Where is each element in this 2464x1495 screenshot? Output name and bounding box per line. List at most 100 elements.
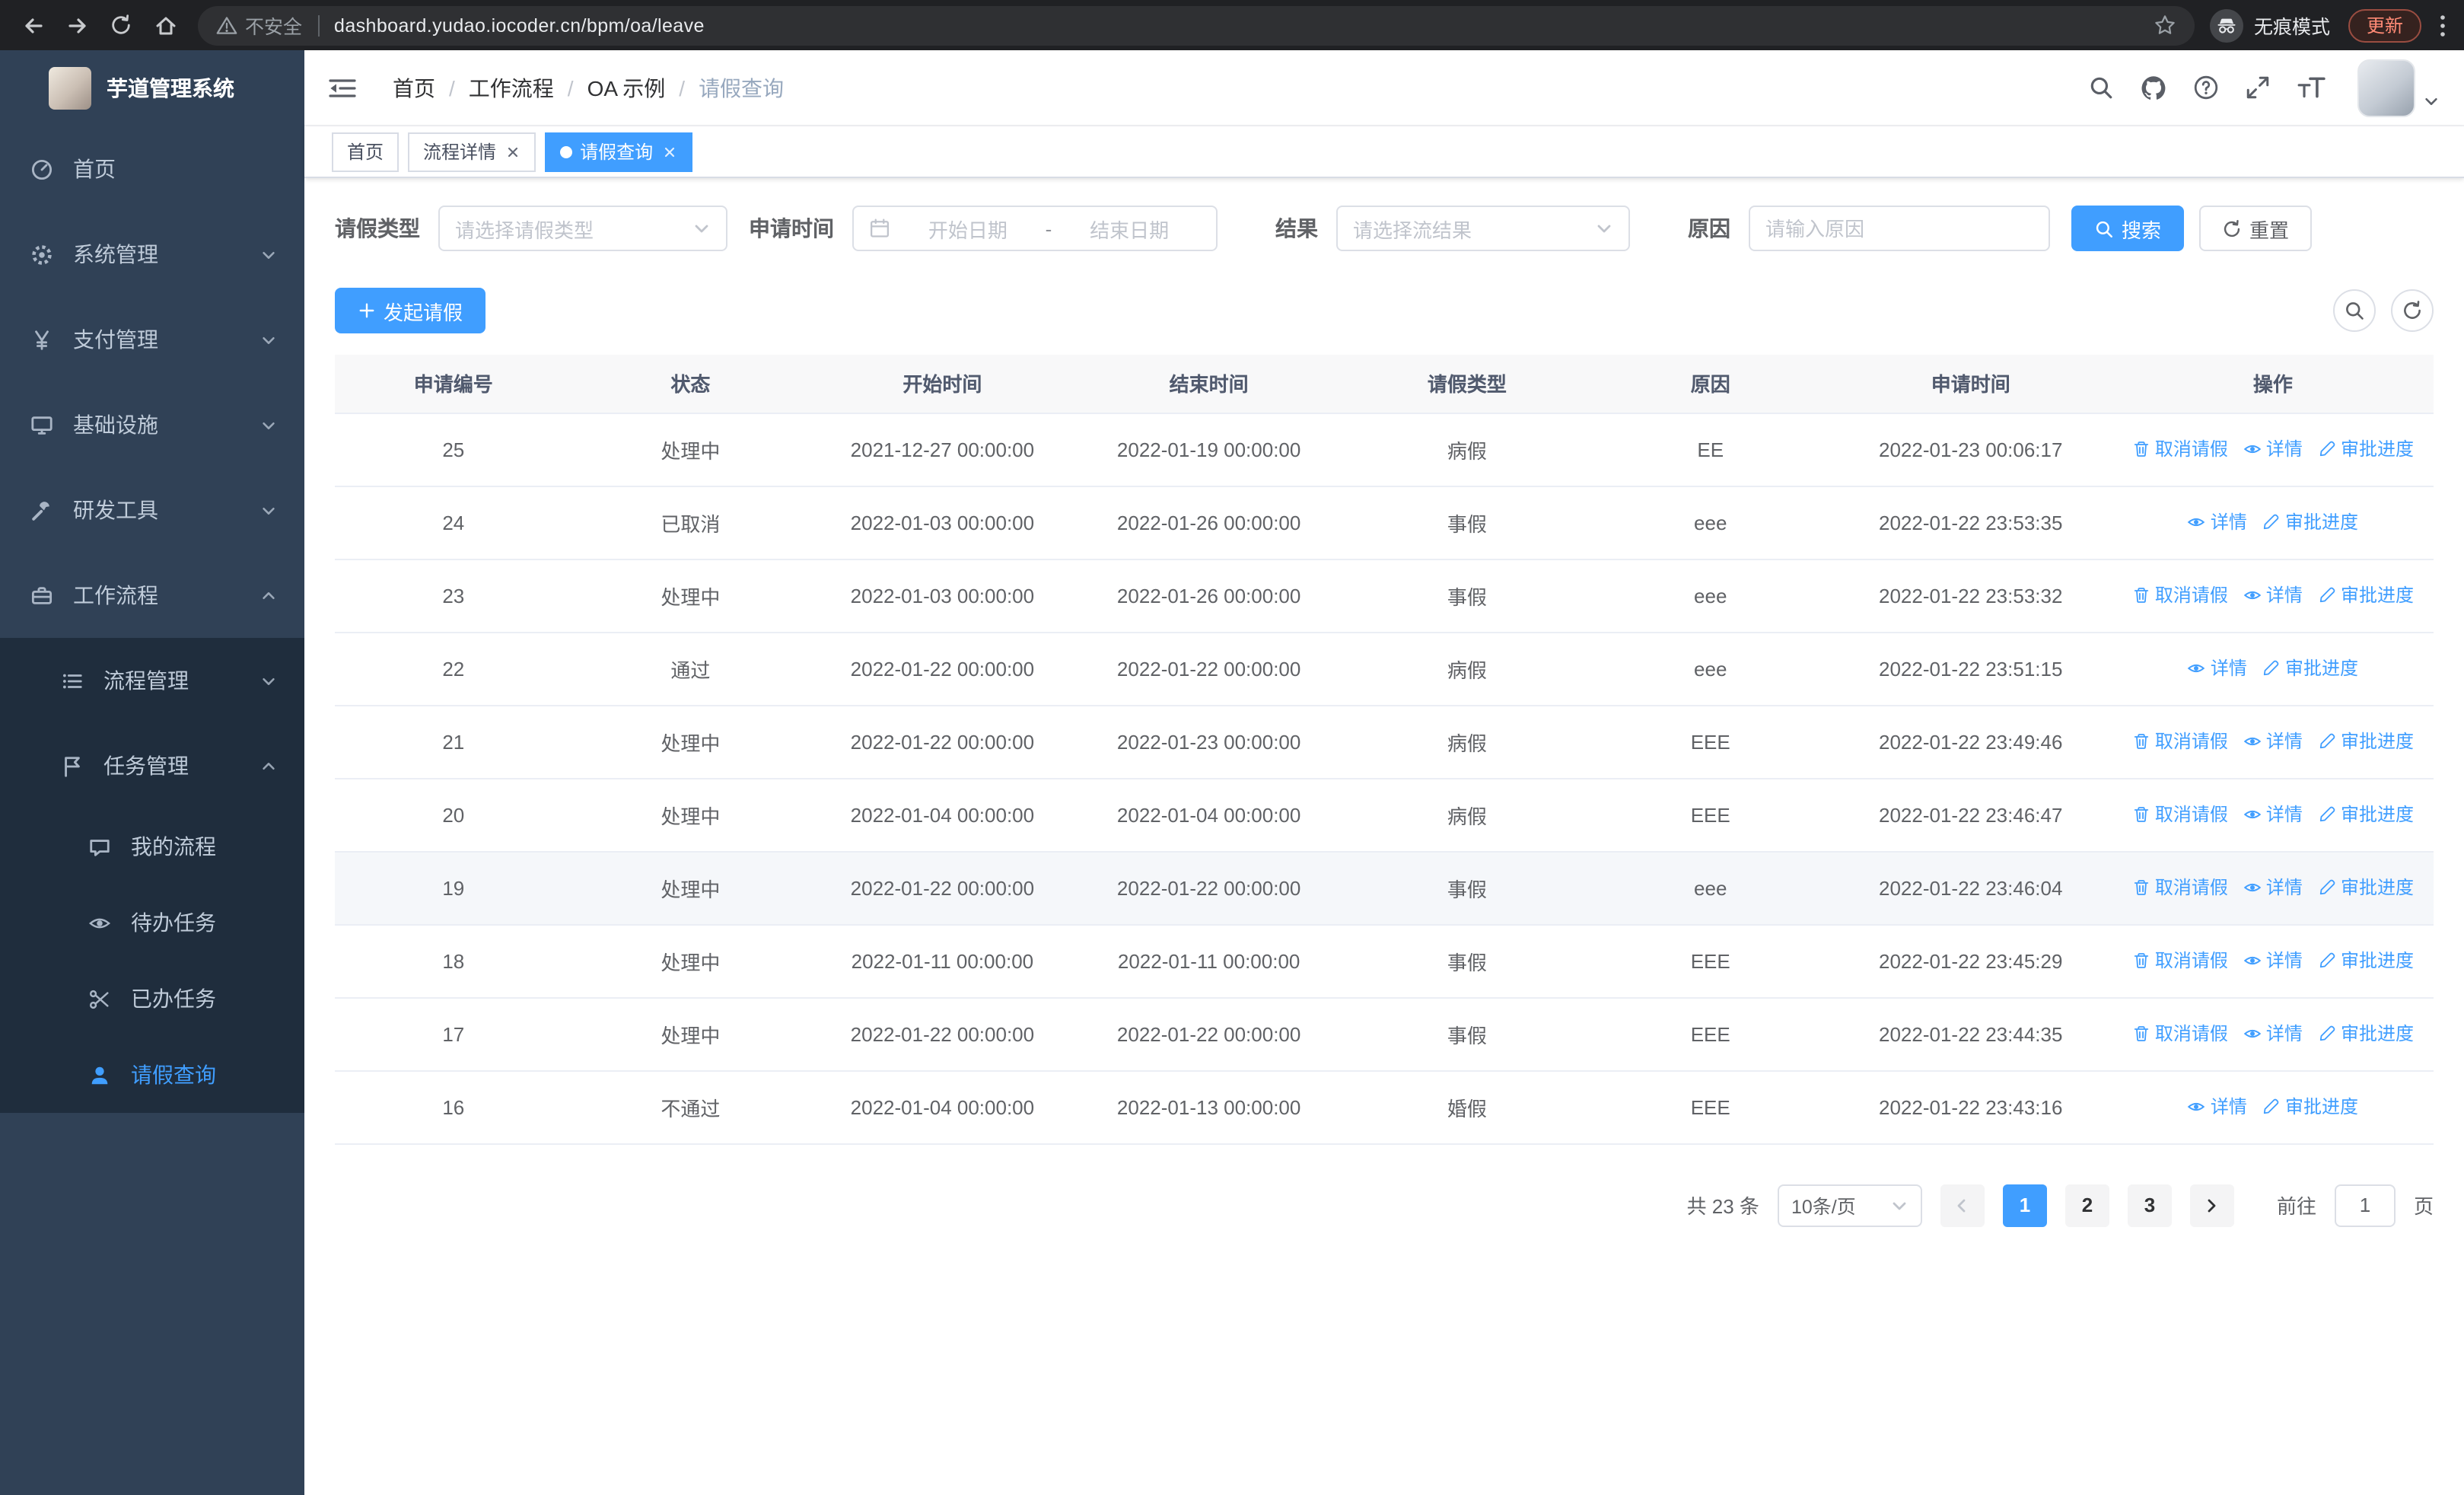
table-row[interactable]: 23 处理中 2022-01-03 00:00:00 2022-01-26 00… — [335, 559, 2434, 633]
breadcrumb-separator: / — [567, 75, 574, 100]
bookmark-star-icon[interactable] — [2154, 14, 2176, 37]
sidebar-item-my-process[interactable]: 我的流程 — [0, 808, 304, 885]
github-link-button[interactable] — [2140, 74, 2167, 101]
cancel-leave-link[interactable]: 取消请假 — [2132, 582, 2228, 608]
sidebar-item-label: 研发工具 — [73, 498, 158, 522]
cancel-leave-link[interactable]: 取消请假 — [2132, 875, 2228, 901]
detail-link[interactable]: 详情 — [2243, 582, 2303, 608]
browser-back-button[interactable] — [12, 5, 53, 46]
goto-page-input[interactable] — [2334, 1184, 2396, 1226]
hamburger-fold-icon — [327, 75, 358, 100]
cancel-leave-link[interactable]: 取消请假 — [2132, 802, 2228, 827]
reason-input[interactable] — [1749, 206, 2050, 251]
sidebar-item-todo-tasks[interactable]: 待办任务 — [0, 885, 304, 961]
cancel-leave-link[interactable]: 取消请假 — [2132, 1021, 2228, 1047]
browser-update-button[interactable]: 更新 — [2348, 8, 2421, 42]
font-size-button[interactable] — [2297, 76, 2326, 99]
tag-leave-query[interactable]: 请假查询 — [545, 132, 693, 171]
toggle-search-button[interactable] — [2333, 289, 2376, 332]
table-row[interactable]: 16 不通过 2022-01-04 00:00:00 2022-01-13 00… — [335, 1070, 2434, 1144]
leave-type-select[interactable]: 请选择请假类型 — [438, 206, 727, 251]
cancel-leave-link[interactable]: 取消请假 — [2132, 948, 2228, 974]
approval-progress-link[interactable]: 审批进度 — [2318, 802, 2414, 827]
sidebar-collapse-button[interactable] — [304, 50, 380, 125]
sidebar-item-system[interactable]: 系统管理 — [0, 212, 304, 297]
page-button-3[interactable]: 3 — [2127, 1184, 2172, 1226]
table-row[interactable]: 24 已取消 2022-01-03 00:00:00 2022-01-26 00… — [335, 486, 2434, 559]
approval-progress-link[interactable]: 审批进度 — [2262, 509, 2358, 535]
help-button[interactable] — [2193, 75, 2219, 100]
detail-link[interactable]: 详情 — [2243, 875, 2303, 901]
browser-forward-button[interactable] — [56, 5, 97, 46]
detail-link[interactable]: 详情 — [2243, 948, 2303, 974]
header-search-button[interactable] — [2088, 75, 2114, 100]
sidebar-item-done-tasks[interactable]: 已办任务 — [0, 961, 304, 1037]
trash-icon — [2132, 952, 2150, 970]
detail-link[interactable]: 详情 — [2243, 436, 2303, 462]
detail-link[interactable]: 详情 — [2243, 802, 2303, 827]
cell-leave-type: 事假 — [1342, 997, 1592, 1071]
security-chip[interactable]: 不安全 — [216, 11, 302, 40]
sidebar-item-infrastructure[interactable]: 基础设施 — [0, 382, 304, 467]
apply-time-range-picker[interactable]: 开始日期 - 结束日期 — [852, 206, 1218, 251]
sidebar-item-devtools[interactable]: 研发工具 — [0, 467, 304, 553]
detail-link[interactable]: 详情 — [2188, 655, 2247, 681]
user-avatar[interactable] — [2357, 59, 2415, 116]
approval-progress-link[interactable]: 审批进度 — [2318, 948, 2414, 974]
sidebar-item-payment[interactable]: 支付管理 — [0, 297, 304, 382]
table-row[interactable]: 18 处理中 2022-01-11 00:00:00 2022-01-11 00… — [335, 924, 2434, 998]
fullscreen-button[interactable] — [2245, 75, 2271, 100]
tag-close-icon[interactable] — [505, 144, 520, 159]
leave-type-label: 请假类型 — [335, 216, 420, 241]
filter-result: 结果 请选择流结果 — [1275, 206, 1630, 251]
breadcrumb-item-home[interactable]: 首页 — [393, 72, 435, 103]
cell-apply-id: 18 — [335, 924, 572, 998]
browser-reload-button[interactable] — [100, 5, 142, 46]
sidebar-item-workflow[interactable]: 工作流程 — [0, 553, 304, 638]
sidebar-item-process-management[interactable]: 流程管理 — [0, 638, 304, 723]
approval-progress-link[interactable]: 审批进度 — [2318, 436, 2414, 462]
page-size-select[interactable]: 10条/页 — [1777, 1184, 1922, 1226]
table-row[interactable]: 22 通过 2022-01-22 00:00:00 2022-01-22 00:… — [335, 632, 2434, 706]
table-row[interactable]: 25 处理中 2021-12-27 00:00:00 2022-01-19 00… — [335, 413, 2434, 486]
tag-process-detail[interactable]: 流程详情 — [408, 132, 536, 171]
browser-menu-button[interactable] — [2440, 13, 2446, 37]
create-leave-button[interactable]: 发起请假 — [335, 288, 486, 333]
browser-home-button[interactable] — [145, 5, 186, 46]
search-button[interactable]: 搜索 — [2071, 206, 2185, 251]
table-row[interactable]: 21 处理中 2022-01-22 00:00:00 2022-01-23 00… — [335, 705, 2434, 779]
result-select[interactable]: 请选择流结果 — [1336, 206, 1630, 251]
prev-page-button[interactable] — [1940, 1184, 1985, 1226]
table-row[interactable]: 19 处理中 2022-01-22 00:00:00 2022-01-22 00… — [335, 851, 2434, 925]
approval-progress-link[interactable]: 审批进度 — [2318, 728, 2414, 754]
app-logo[interactable]: 芋道管理系统 — [0, 50, 304, 126]
sidebar-item-leave-query[interactable]: 请假查询 — [0, 1037, 304, 1113]
detail-link[interactable]: 详情 — [2188, 1094, 2247, 1120]
chevron-up-icon — [260, 587, 277, 604]
approval-progress-link[interactable]: 审批进度 — [2262, 1094, 2358, 1120]
page-button-2[interactable]: 2 — [2064, 1184, 2109, 1226]
table-row[interactable]: 17 处理中 2022-01-22 00:00:00 2022-01-22 00… — [335, 997, 2434, 1071]
detail-link[interactable]: 详情 — [2243, 728, 2303, 754]
approval-progress-link[interactable]: 审批进度 — [2318, 582, 2414, 608]
sidebar-item-home[interactable]: 首页 — [0, 126, 304, 212]
approval-progress-link[interactable]: 审批进度 — [2318, 875, 2414, 901]
next-page-button[interactable] — [2189, 1184, 2234, 1226]
detail-link[interactable]: 详情 — [2243, 1021, 2303, 1047]
breadcrumb-item-workflow[interactable]: 工作流程 — [469, 72, 554, 103]
reset-button[interactable]: 重置 — [2199, 206, 2313, 251]
table-row[interactable]: 20 处理中 2022-01-04 00:00:00 2022-01-04 00… — [335, 778, 2434, 852]
breadcrumb-item-oa-example[interactable]: OA 示例 — [587, 72, 666, 103]
approval-progress-link[interactable]: 审批进度 — [2262, 655, 2358, 681]
user-menu[interactable] — [2357, 59, 2440, 116]
page-button-1[interactable]: 1 — [2002, 1184, 2047, 1226]
tag-home[interactable]: 首页 — [332, 132, 400, 171]
address-bar[interactable]: 不安全 dashboard.yudao.iocoder.cn/bpm/oa/le… — [198, 5, 2195, 45]
tag-close-icon[interactable] — [662, 144, 677, 159]
cancel-leave-link[interactable]: 取消请假 — [2132, 728, 2228, 754]
cancel-leave-link[interactable]: 取消请假 — [2132, 436, 2228, 462]
detail-link[interactable]: 详情 — [2188, 509, 2247, 535]
sidebar-item-task-management[interactable]: 任务管理 — [0, 723, 304, 808]
refresh-table-button[interactable] — [2391, 289, 2434, 332]
approval-progress-link[interactable]: 审批进度 — [2318, 1021, 2414, 1047]
